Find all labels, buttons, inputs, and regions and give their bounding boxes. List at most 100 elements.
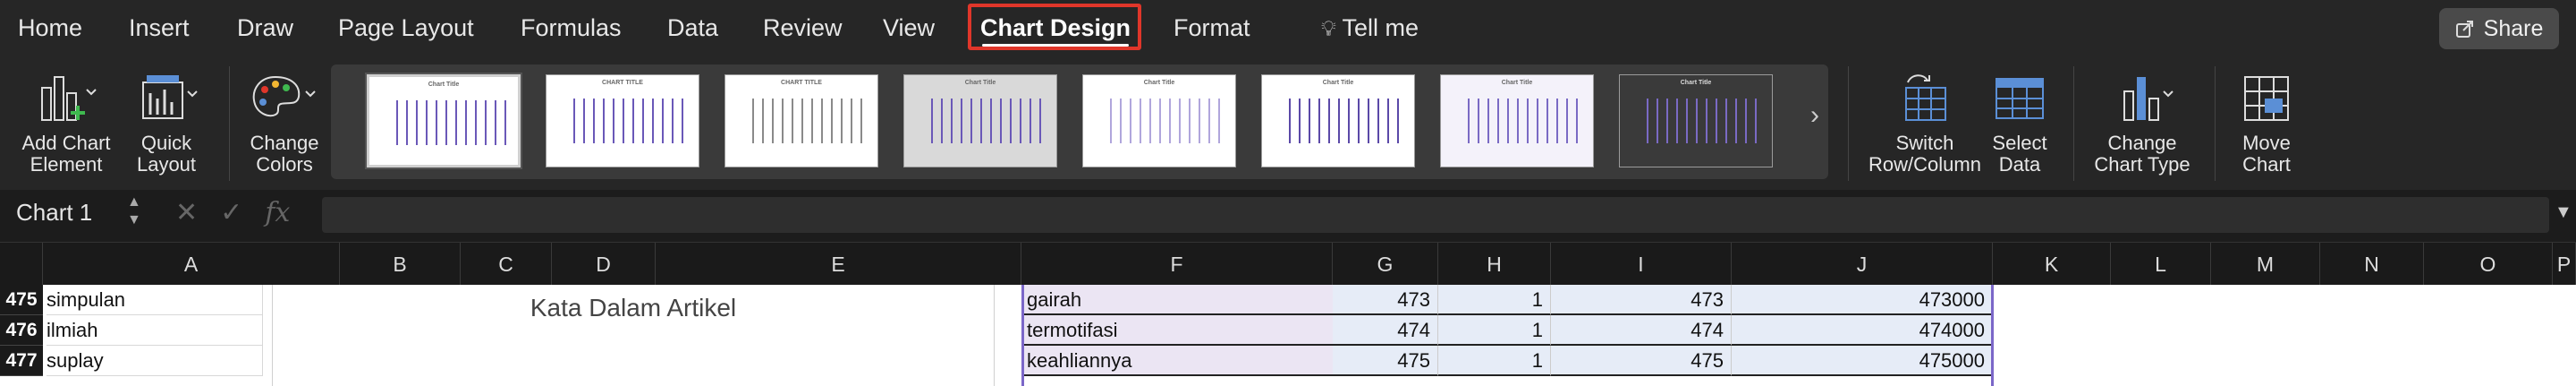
- column-header-d[interactable]: D: [552, 243, 656, 286]
- thumb-bar: [613, 99, 614, 143]
- share-button[interactable]: Share: [2439, 8, 2559, 49]
- column-header-p[interactable]: P: [2553, 243, 2576, 286]
- row-header[interactable]: 475: [0, 285, 43, 315]
- chart-style-2[interactable]: CHART TITLE: [546, 74, 699, 167]
- select-all-corner[interactable]: [0, 243, 43, 286]
- ribbon-separator: [1848, 66, 1849, 181]
- enter-icon[interactable]: ✓: [220, 198, 242, 227]
- tab-view[interactable]: View: [883, 0, 935, 56]
- column-header-f[interactable]: F: [1021, 243, 1333, 286]
- cell-g[interactable]: 474: [1333, 315, 1438, 346]
- chart-style-title: Chart Title: [1143, 80, 1175, 86]
- name-box-stepper-icon[interactable]: ▲ ▼: [127, 193, 141, 229]
- change-chart-type-button[interactable]: Change Chart Type: [2084, 63, 2200, 188]
- thumb-bar: [801, 99, 803, 143]
- column-header-i[interactable]: I: [1551, 243, 1732, 286]
- fx-icon[interactable]: fx: [265, 197, 290, 228]
- row-header[interactable]: 477: [0, 346, 43, 376]
- cell-j[interactable]: 474000: [1732, 315, 1993, 346]
- chart-style-4[interactable]: Chart Title: [903, 74, 1057, 167]
- thumb-bar: [752, 99, 754, 143]
- column-header-g[interactable]: G: [1333, 243, 1438, 286]
- thumb-bar: [1755, 99, 1757, 143]
- tab-draw[interactable]: Draw: [237, 0, 293, 56]
- chart-style-5[interactable]: Chart Title: [1082, 74, 1236, 167]
- cell-a[interactable]: simpulan: [47, 285, 263, 315]
- cancel-icon[interactable]: ✕: [175, 198, 198, 227]
- gallery-next-arrow[interactable]: ›: [1810, 100, 1819, 131]
- thumb-bar: [1289, 99, 1291, 143]
- thumb-bar: [445, 100, 447, 145]
- thumb-bar: [504, 100, 506, 145]
- cell-a[interactable]: ilmiah: [47, 315, 263, 346]
- change-colors-button[interactable]: Change Colors: [240, 63, 329, 188]
- column-header-l[interactable]: L: [2111, 243, 2211, 286]
- column-header-h[interactable]: H: [1438, 243, 1551, 286]
- column-header-e[interactable]: E: [656, 243, 1021, 286]
- formula-bar-expand-icon[interactable]: ▼: [2555, 202, 2572, 223]
- tab-page-layout[interactable]: Page Layout: [338, 0, 474, 56]
- chart-style-7[interactable]: Chart Title: [1440, 74, 1594, 167]
- column-header-a[interactable]: A: [43, 243, 340, 286]
- thumb-bar: [1716, 99, 1717, 143]
- quick-layout-button[interactable]: Quick Layout: [122, 63, 211, 188]
- thumb-bar: [1338, 99, 1340, 143]
- column-header-c[interactable]: C: [461, 243, 552, 286]
- chart-object[interactable]: Kata Dalam Artikel: [272, 285, 995, 386]
- cell-f[interactable]: termotifasi: [1021, 315, 1333, 346]
- chart-style-3[interactable]: CHART TITLE: [724, 74, 878, 167]
- select-data-icon: [1996, 78, 2044, 119]
- tab-format[interactable]: Format: [1174, 0, 1250, 56]
- add-chart-element-label: Add Chart Element: [21, 132, 111, 176]
- name-box[interactable]: Chart 1: [16, 199, 92, 227]
- cell-f[interactable]: gairah: [1021, 285, 1333, 315]
- thumb-bar: [593, 99, 595, 143]
- thumb-bar: [485, 100, 487, 145]
- thumb-bar: [1368, 99, 1369, 143]
- tab-tell-me[interactable]: 💡︎ Tell me: [1321, 0, 1419, 56]
- cell-a[interactable]: suplay: [47, 346, 263, 376]
- switch-row-column-label: Switch Row/Column: [1868, 132, 1981, 176]
- formula-input[interactable]: [322, 197, 2549, 233]
- cell-j[interactable]: 473000: [1732, 285, 1993, 315]
- change-colors-label: Change Colors: [250, 132, 319, 176]
- cell-h[interactable]: 1: [1438, 346, 1551, 376]
- cell-g[interactable]: 473: [1333, 285, 1438, 315]
- switch-row-column-button[interactable]: Switch Row/Column: [1862, 63, 1987, 188]
- column-header-m[interactable]: M: [2211, 243, 2320, 286]
- chart-style-6[interactable]: Chart Title: [1261, 74, 1415, 167]
- select-data-button[interactable]: Select Data: [1984, 63, 2055, 188]
- tab-data[interactable]: Data: [667, 0, 718, 56]
- ribbon-separator: [2073, 66, 2074, 181]
- chart-style-title: CHART TITLE: [781, 80, 822, 86]
- chart-style-1[interactable]: Chart Title: [365, 73, 522, 169]
- cell-j[interactable]: 475000: [1732, 346, 1993, 376]
- add-chart-element-button[interactable]: Add Chart Element: [13, 63, 120, 188]
- cell-h[interactable]: 1: [1438, 315, 1551, 346]
- cell-h[interactable]: 1: [1438, 285, 1551, 315]
- thumb-bar: [941, 99, 943, 143]
- thumb-bar: [436, 100, 437, 145]
- thumb-bar: [951, 99, 953, 143]
- tab-review[interactable]: Review: [763, 0, 843, 56]
- chart-style-8[interactable]: Chart Title: [1619, 74, 1773, 167]
- column-header-n[interactable]: N: [2320, 243, 2424, 286]
- cell-g[interactable]: 475: [1333, 346, 1438, 376]
- tab-insert[interactable]: Insert: [129, 0, 190, 56]
- thumb-bar: [1149, 99, 1151, 143]
- column-header-j[interactable]: J: [1732, 243, 1993, 286]
- cell-f[interactable]: keahliannya: [1021, 346, 1333, 376]
- column-header-k[interactable]: K: [1993, 243, 2111, 286]
- column-header-o[interactable]: O: [2424, 243, 2553, 286]
- cell-i[interactable]: 474: [1551, 315, 1732, 346]
- row-header[interactable]: 476: [0, 315, 43, 346]
- tab-formulas[interactable]: Formulas: [521, 0, 622, 56]
- thumb-bar: [970, 99, 972, 143]
- cell-i[interactable]: 473: [1551, 285, 1732, 315]
- column-header-b[interactable]: B: [340, 243, 461, 286]
- cell-i[interactable]: 475: [1551, 346, 1732, 376]
- tab-home[interactable]: Home: [18, 0, 82, 56]
- move-chart-button[interactable]: Move Chart: [2224, 63, 2309, 188]
- thumb-bar: [465, 100, 467, 145]
- chart-title[interactable]: Kata Dalam Artikel: [273, 294, 994, 322]
